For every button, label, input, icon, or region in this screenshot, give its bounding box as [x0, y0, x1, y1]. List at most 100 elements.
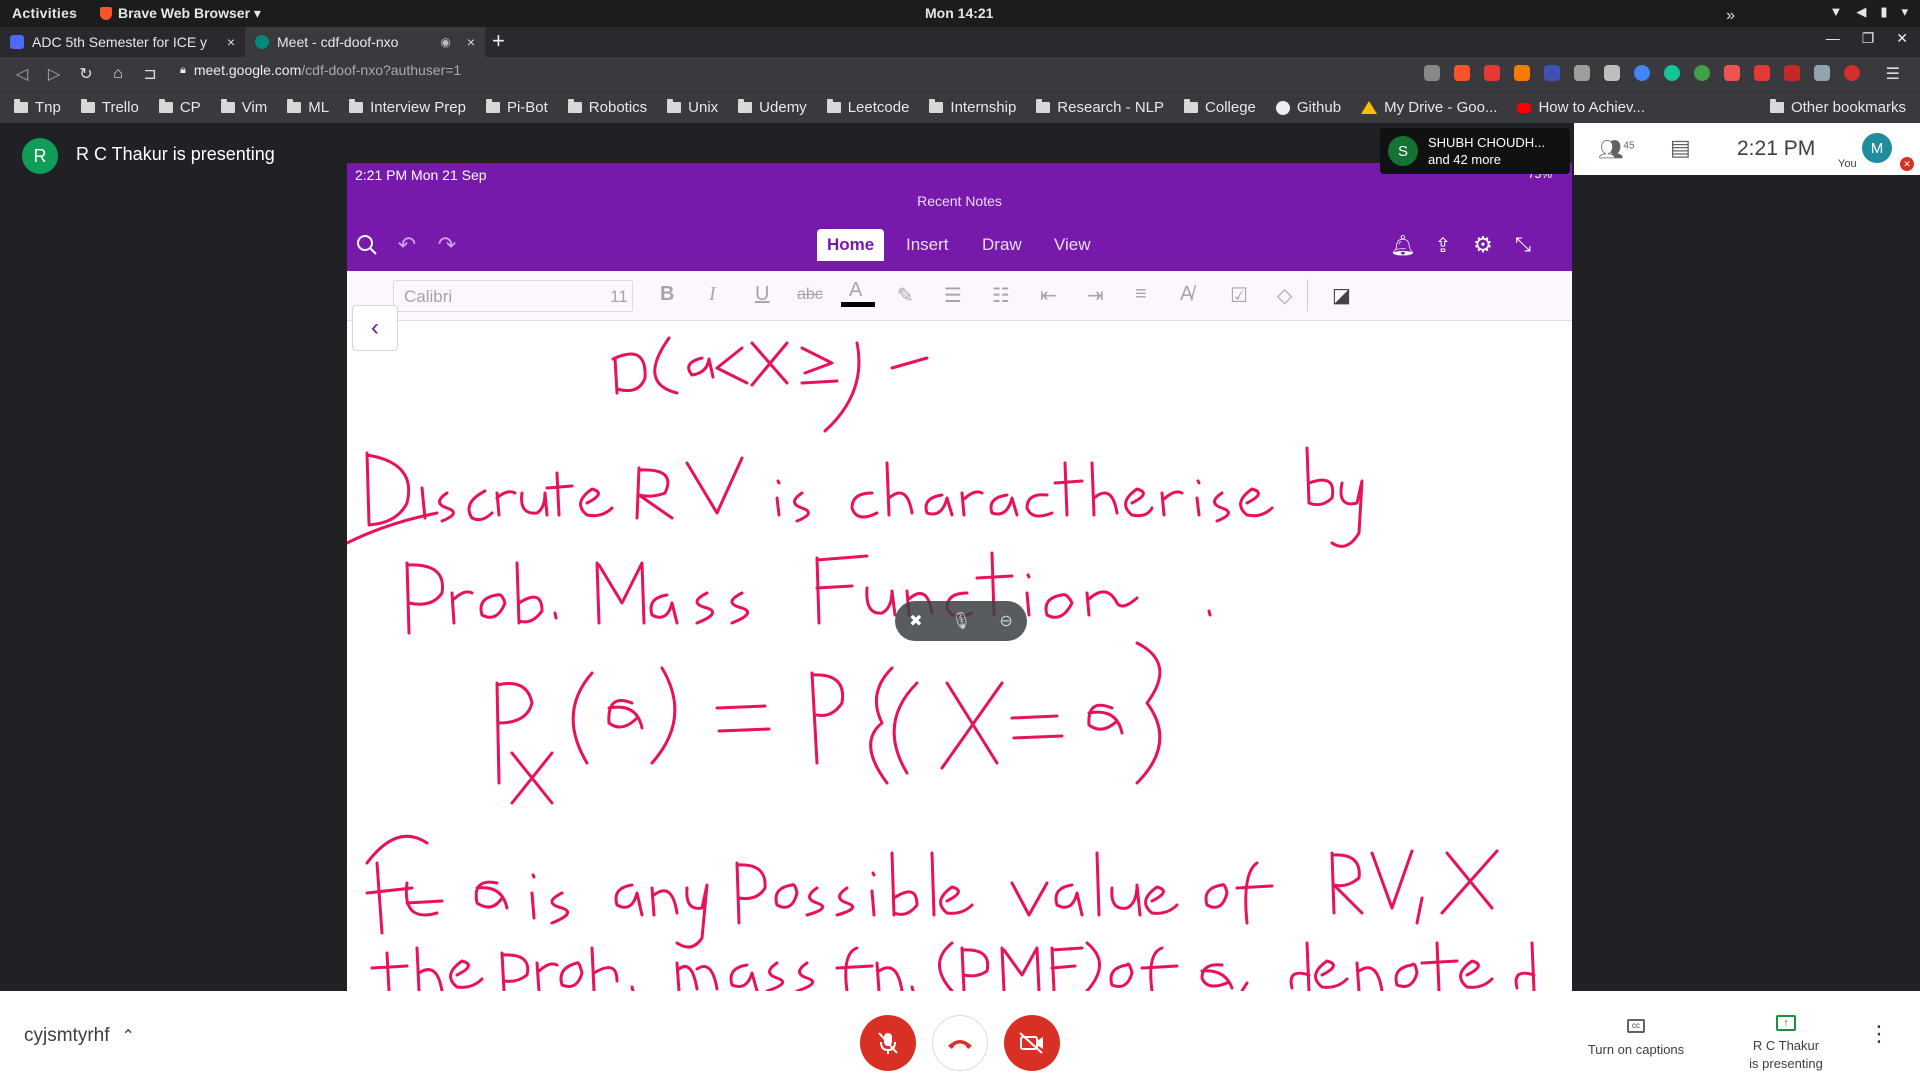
bookmark-folder[interactable]: Trello: [80, 99, 139, 116]
bookmark-folder[interactable]: CP: [158, 99, 201, 116]
brave-rewards-icon[interactable]: [1484, 65, 1500, 81]
leave-call-button[interactable]: [932, 1015, 988, 1071]
bookmark-folder[interactable]: Unix: [667, 99, 718, 116]
search-icon[interactable]: [353, 231, 381, 259]
extension-icon[interactable]: [1694, 65, 1710, 81]
extension-icon[interactable]: [1514, 65, 1530, 81]
home-icon[interactable]: ⌂: [102, 65, 134, 83]
participant-chip[interactable]: S SHUBH CHOUDH... and 42 more: [1380, 128, 1570, 174]
bookmark-folder[interactable]: Tnp: [14, 99, 61, 116]
close-window-icon[interactable]: ✕: [1896, 30, 1908, 47]
extension-icon[interactable]: [1844, 65, 1860, 81]
bookmark-youtube[interactable]: How to Achiev...: [1517, 99, 1645, 116]
align-icon[interactable]: ≡: [1135, 283, 1147, 306]
styles-icon[interactable]: A̸: [1180, 283, 1193, 306]
highlighter-icon[interactable]: ✎: [897, 283, 914, 308]
tab-adc[interactable]: ADC 5th Semester for ICE y ×: [0, 27, 245, 57]
numbered-list-icon[interactable]: ☷: [992, 283, 1010, 308]
font-size-value[interactable]: 11: [604, 281, 634, 311]
chat-icon[interactable]: ▤: [1670, 135, 1691, 161]
system-clock[interactable]: Mon 14:21: [925, 5, 993, 21]
ink-stroke: [595, 561, 646, 625]
grammarly-icon[interactable]: [1664, 65, 1680, 81]
gear-icon[interactable]: ⚙: [1469, 231, 1497, 259]
new-tab-button[interactable]: +: [492, 28, 505, 54]
indent-icon[interactable]: ⇥: [1087, 283, 1104, 308]
grammar-icon[interactable]: [1634, 65, 1650, 81]
bookmark-icon[interactable]: ⊐: [134, 64, 166, 84]
extension-icon[interactable]: [1544, 65, 1560, 81]
folder-icon: [80, 99, 95, 113]
extension-icon[interactable]: [1814, 65, 1830, 81]
close-icon[interactable]: ×: [227, 34, 235, 50]
bookmark-folder[interactable]: Vim: [220, 99, 267, 116]
checkbox-icon[interactable]: ☑: [1230, 283, 1248, 308]
maximize-icon[interactable]: ❐: [1862, 30, 1875, 47]
italic-icon[interactable]: I: [709, 283, 716, 306]
camera-icon[interactable]: [1424, 65, 1440, 81]
bookmark-folder[interactable]: Pi-Bot: [485, 99, 548, 116]
people-button[interactable]: 👥︎45: [1598, 137, 1635, 162]
bookmark-folder[interactable]: Udemy: [738, 99, 807, 116]
close-icon[interactable]: ×: [467, 34, 475, 50]
tab-view[interactable]: View: [1054, 235, 1091, 255]
microphone-toggle-button[interactable]: [860, 1015, 916, 1071]
camera-toggle-button[interactable]: [1004, 1015, 1060, 1071]
bookmark-folder[interactable]: Research - NLP: [1036, 99, 1164, 116]
tab-draw[interactable]: Draw: [982, 235, 1022, 255]
bookmark-folder[interactable]: Internship: [929, 99, 1016, 116]
meeting-details-button[interactable]: cyjsmtyrhf ⌃: [24, 1025, 135, 1047]
bookmark-folder[interactable]: College: [1184, 99, 1256, 116]
extension-icon[interactable]: [1574, 65, 1590, 81]
recent-notes-title[interactable]: Recent Notes: [347, 193, 1572, 209]
pin-off-icon[interactable]: ✖: [909, 611, 922, 631]
bookmark-folder[interactable]: ML: [287, 99, 329, 116]
tab-home[interactable]: Home: [817, 229, 885, 261]
remove-icon[interactable]: ⊖: [999, 611, 1012, 631]
present-now-button[interactable]: ↑ R C Thakur is presenting: [1716, 1013, 1856, 1073]
captions-button[interactable]: cc Turn on captions: [1566, 1013, 1706, 1059]
ink-stroke: [635, 466, 674, 520]
reload-icon[interactable]: ↻: [70, 64, 102, 84]
shield-icon[interactable]: [1784, 65, 1800, 81]
undo-icon[interactable]: ↶: [393, 231, 421, 259]
app-menu[interactable]: Brave Web Browser ▾: [100, 5, 261, 22]
microphone-icon[interactable]: 🎙︎: [951, 611, 971, 631]
bookmarks-overflow-button[interactable]: »: [1726, 7, 1735, 25]
extension-icon[interactable]: [1604, 65, 1620, 81]
tag-icon[interactable]: ◇: [1277, 283, 1292, 308]
font-color-icon[interactable]: A: [841, 279, 875, 307]
brave-shields-icon[interactable]: [1454, 65, 1470, 81]
activities-button[interactable]: Activities: [12, 5, 77, 21]
more-options-icon[interactable]: ⋮: [1868, 1021, 1890, 1047]
font-name-field[interactable]: Calibri 11: [393, 280, 633, 312]
tab-insert[interactable]: Insert: [906, 235, 949, 255]
bold-icon[interactable]: B: [660, 283, 674, 306]
self-avatar[interactable]: M: [1862, 133, 1892, 163]
underline-icon[interactable]: U: [755, 283, 769, 306]
bookmark-folder[interactable]: Robotics: [567, 99, 647, 116]
share-icon[interactable]: ⇪: [1429, 231, 1457, 259]
tab-meet[interactable]: Meet - cdf-doof-nxo ◉ ×: [245, 27, 485, 57]
other-bookmarks[interactable]: Other bookmarks: [1769, 99, 1906, 116]
system-tray[interactable]: ▼ ◀ ▮ ▾: [1829, 4, 1908, 20]
alarm-icon[interactable]: [1724, 65, 1740, 81]
bookmark-folder[interactable]: Interview Prep: [349, 99, 466, 116]
redo-icon[interactable]: ↷: [433, 231, 461, 259]
collapse-icon[interactable]: ⤡: [1509, 231, 1537, 259]
bell-icon[interactable]: 🔔︎: [1389, 231, 1417, 259]
sticky-note-icon[interactable]: ◪: [1332, 283, 1351, 308]
forward-icon[interactable]: ▷: [38, 64, 70, 84]
minimize-icon[interactable]: —: [1826, 30, 1840, 47]
bookmark-github[interactable]: Github: [1275, 99, 1341, 116]
bullet-list-icon[interactable]: ☰: [944, 283, 962, 308]
menu-icon[interactable]: ☰: [1886, 64, 1900, 84]
outdent-icon[interactable]: ⇤: [1040, 283, 1057, 308]
strikethrough-icon[interactable]: abc: [797, 286, 823, 304]
extension-icon[interactable]: [1754, 65, 1770, 81]
back-icon[interactable]: ◁: [6, 64, 38, 84]
bookmark-folder[interactable]: Leetcode: [826, 99, 909, 116]
back-button[interactable]: ‹: [352, 305, 398, 351]
address-bar[interactable]: 🔒︎ meet.google.com/cdf-doof-nxo?authuser…: [180, 62, 461, 78]
bookmark-drive[interactable]: My Drive - Goo...: [1361, 99, 1497, 116]
